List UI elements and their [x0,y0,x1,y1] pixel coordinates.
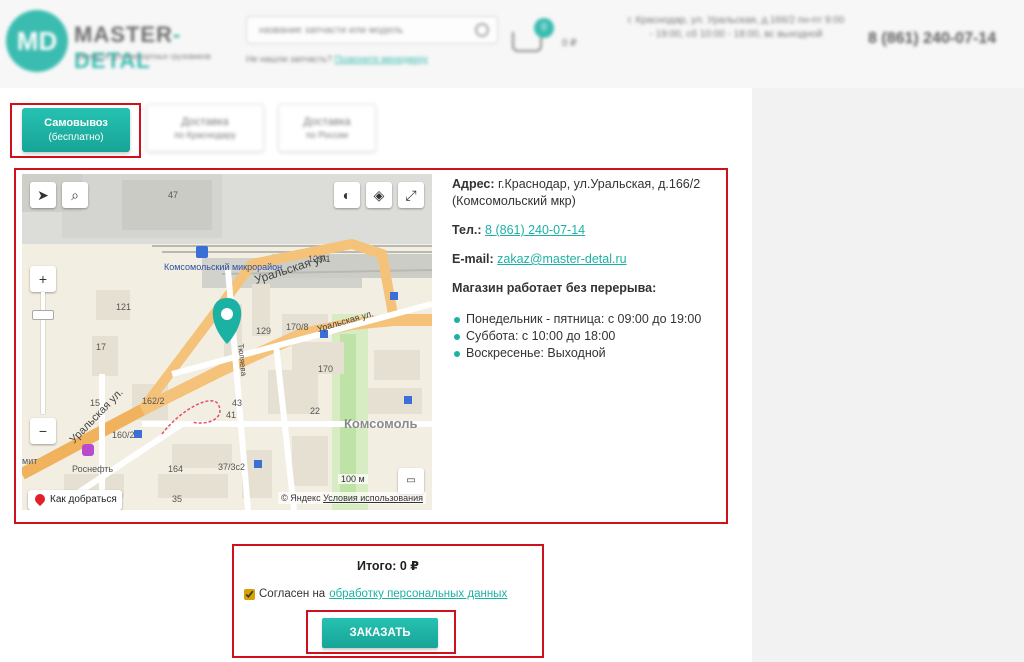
route-pin-icon [32,491,48,507]
hours-title: Магазин работает без перерыва: [452,281,657,295]
hours-list: Понедельник - пятница: с 09:00 до 19:00 … [452,311,722,362]
site-logo[interactable]: MD MASTER-DETAL запчасти для импортных г… [6,8,236,73]
svg-text:41: 41 [226,410,236,420]
yandex-map[interactable]: 47 129/1 Комсомольский микрорайон 121 12… [22,174,432,510]
traffic-icon[interactable]: ◐ [334,182,360,208]
svg-text:121: 121 [116,302,131,312]
site-header: MD MASTER-DETAL запчасти для импортных г… [0,0,1024,88]
zoom-out-button[interactable]: − [30,418,56,444]
route-button[interactable]: Как добраться [28,490,122,510]
cart-count-badge: 0 [534,18,554,38]
map-canvas: 47 129/1 Комсомольский микрорайон 121 12… [22,174,432,510]
privacy-policy-link[interactable]: обработку персональных данных [329,588,507,600]
map-search-icon[interactable]: ⌕ [62,182,88,208]
order-button[interactable]: ЗАКАЗАТЬ [322,618,438,648]
cart-sum: 0 ₽ [562,38,577,49]
hours-item: Суббота: с 10:00 до 18:00 [452,328,722,345]
header-phone[interactable]: 8 (861) 240-07-14 [868,30,996,48]
highlight-tabs [10,103,141,158]
email-line: E-mail: zakaz@master-detal.ru [452,252,627,266]
zoom-slider-handle[interactable] [32,310,54,320]
search-hint-link[interactable]: Позвоните менеджеру [335,54,428,64]
email-link[interactable]: zakaz@master-detal.ru [497,252,626,266]
hours-item: Понедельник - пятница: с 09:00 до 19:00 [452,311,722,328]
svg-text:164: 164 [168,464,183,474]
cart-button[interactable]: 0 [512,18,558,58]
layers-icon[interactable]: ◈ [366,182,392,208]
svg-text:170: 170 [318,364,333,374]
search-box [246,16,498,44]
pickup-info: Адрес: г.Краснодар, ул.Уральская, д.166/… [452,176,722,362]
svg-text:170/8: 170/8 [286,322,309,332]
consent-row: Согласен на обработку персональных данны… [244,588,507,600]
tab-delivery-city[interactable]: Доставка по Краснодару [146,104,264,152]
svg-text:мит: мит [22,456,37,466]
svg-text:37/3с2: 37/3с2 [218,462,245,472]
map-terms-link[interactable]: Условия использования [323,493,423,503]
map-scale: 100 м [338,474,368,484]
map-copyright: © Яндекс Условия использования [278,492,426,504]
search-input[interactable] [247,17,457,43]
svg-text:17: 17 [96,342,106,352]
svg-text:Комсомоль: Комсомоль [344,416,417,431]
tab-delivery-russia[interactable]: Доставка по России [278,104,376,152]
search-hint: Не нашли запчасть? Позвоните менеджеру [246,54,428,64]
logo-name: MASTER-DETAL [74,22,182,73]
zoom-in-button[interactable]: + [30,266,56,292]
checkout-panel: Самовывоз (бесплатно) Доставка по Красно… [0,88,752,662]
search-icon[interactable] [475,23,489,37]
phone-link[interactable]: 8 (861) 240-07-14 [485,223,585,237]
address-line: Адрес: г.Краснодар, ул.Уральская, д.166/… [452,177,701,208]
svg-text:22: 22 [310,406,320,416]
svg-text:47: 47 [168,190,178,200]
phone-line: Тел.: 8 (861) 240-07-14 [452,223,586,237]
svg-text:129: 129 [256,326,271,336]
svg-text:35: 35 [172,494,182,504]
fullscreen-icon[interactable]: ⤢ [398,182,424,208]
header-address: г. Краснодар, ул. Уральская, д.166/2 пн-… [627,15,845,40]
geolocation-icon[interactable]: ➤ [30,182,56,208]
svg-text:Роснефть: Роснефть [72,464,113,474]
order-total: Итого: 0 ₽ [356,559,419,573]
consent-checkbox[interactable] [244,588,255,600]
logo-mark: MD [6,10,68,72]
svg-text:160/2: 160/2 [112,430,135,440]
logo-tagline: запчасти для импортных грузовиков [76,52,211,61]
ruler-icon[interactable]: ▭ [398,468,424,494]
svg-text:43: 43 [232,398,242,408]
svg-text:162/2: 162/2 [142,396,165,406]
hours-item: Воскресенье: Выходной [452,345,722,362]
